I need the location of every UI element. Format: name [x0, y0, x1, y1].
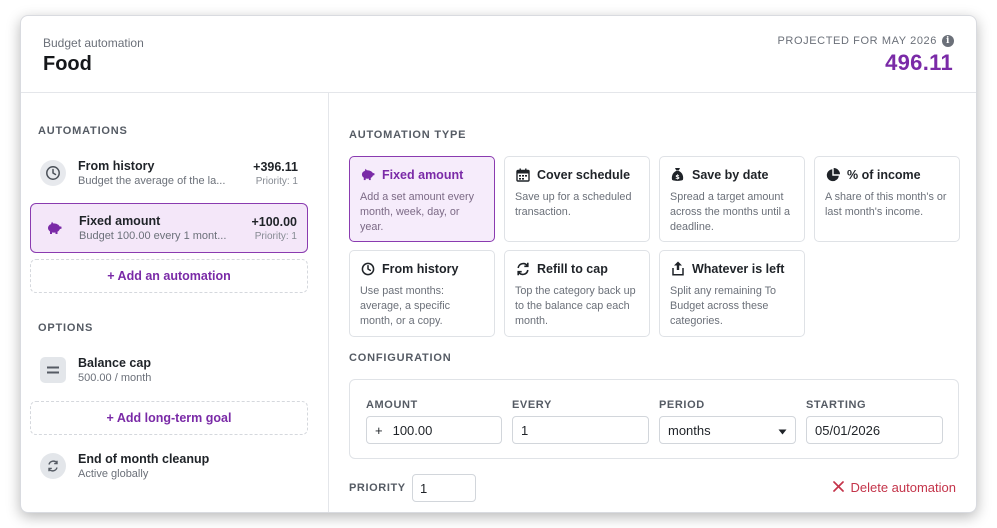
priority-label: PRIORITY [349, 482, 406, 494]
starting-date-input[interactable]: 05/01/2026 [806, 416, 943, 444]
type-name: % of income [847, 167, 921, 182]
cycle-icon [40, 453, 66, 479]
svg-text:$: $ [675, 173, 680, 181]
amount-sign: + [375, 422, 383, 438]
type-name: Whatever is left [692, 261, 785, 276]
priority-value: 1 [420, 480, 428, 496]
category-title: Food [43, 53, 92, 75]
clock-icon [360, 261, 375, 276]
option-desc: Active globally [78, 468, 149, 480]
delete-automation-label: Delete automation [850, 480, 956, 495]
type-card-save-by-date[interactable]: $ Save by date Spread a target amount ac… [659, 156, 805, 242]
option-desc: 500.00 / month [78, 372, 152, 384]
type-desc: Save up for a scheduled transaction. [515, 191, 632, 218]
automation-priority: Priority: 1 [254, 230, 297, 242]
type-card-refill-to-cap[interactable]: Refill to cap Top the category back up t… [504, 250, 650, 337]
type-card-fixed-amount[interactable]: Fixed amount Add a set amount every mont… [349, 156, 495, 242]
automation-desc: Budget the average of the la... [78, 175, 226, 187]
type-desc: Add a set amount every month, week, day,… [360, 191, 475, 233]
projected-label-text: PROJECTED FOR MAY 2026 [777, 35, 937, 47]
type-desc: Top the category back up to the balance … [515, 285, 636, 327]
option-balance-cap[interactable]: Balance cap 500.00 / month [30, 350, 308, 390]
automation-item-fixed-amount[interactable]: Fixed amount Budget 100.00 every 1 mont.… [30, 203, 308, 253]
budget-automation-dialog: Budget automation Food PROJECTED FOR MAY… [20, 15, 977, 513]
automations-title: AUTOMATIONS [38, 125, 128, 137]
type-card-from-history[interactable]: From history Use past months: average, a… [349, 250, 495, 337]
equals-icon [40, 357, 66, 383]
add-automation-button[interactable]: + Add an automation [30, 259, 308, 293]
piggy-bank-icon [360, 167, 375, 182]
dialog-header: Budget automation Food PROJECTED FOR MAY… [21, 16, 976, 93]
type-name: From history [382, 261, 459, 276]
every-value: 1 [521, 422, 529, 438]
type-name: Save by date [692, 167, 769, 182]
starting-value: 05/01/2026 [815, 422, 881, 438]
dialog-subtitle: Budget automation [43, 36, 144, 50]
projected-value: 496.11 [885, 50, 953, 75]
caret-down-icon [778, 423, 787, 438]
projected-label: PROJECTED FOR MAY 2026 i [777, 35, 954, 47]
amount-value: 100.00 [392, 422, 433, 438]
sidebar: AUTOMATIONS From history Budget the aver… [21, 93, 329, 512]
priority-input[interactable]: 1 [412, 474, 476, 502]
configuration-title: CONFIGURATION [349, 352, 452, 364]
type-card-cover-schedule[interactable]: Cover schedule Save up for a scheduled t… [504, 156, 650, 242]
close-icon [833, 480, 845, 495]
options-title: OPTIONS [38, 322, 94, 334]
piggy-bank-icon [41, 215, 67, 241]
every-label: EVERY [512, 399, 552, 411]
automation-name: Fixed amount [79, 214, 161, 228]
automation-type-title: AUTOMATION TYPE [349, 129, 467, 141]
automation-item-from-history[interactable]: From history Budget the average of the l… [30, 148, 308, 198]
period-value: months [668, 422, 711, 438]
type-name: Refill to cap [537, 261, 608, 276]
starting-label: STARTING [806, 399, 867, 411]
period-select[interactable]: months [659, 416, 796, 444]
info-icon[interactable]: i [942, 35, 954, 47]
amount-label: AMOUNT [366, 399, 418, 411]
option-end-of-month-cleanup[interactable]: End of month cleanup Active globally [30, 446, 308, 486]
type-desc: Split any remaining To Budget across the… [670, 285, 777, 327]
type-card-percent-of-income[interactable]: % of income A share of this month's or l… [814, 156, 960, 242]
type-desc: Use past months: average, a specific mon… [360, 285, 451, 327]
type-card-whatever-is-left[interactable]: Whatever is left Split any remaining To … [659, 250, 805, 337]
calendar-icon [515, 167, 530, 182]
type-desc: A share of this month's or last month's … [825, 191, 947, 218]
automation-desc: Budget 100.00 every 1 mont... [79, 230, 227, 242]
every-input[interactable]: 1 [512, 416, 649, 444]
money-bag-icon: $ [670, 167, 685, 182]
type-desc: Spread a target amount across the months… [670, 191, 791, 233]
refresh-icon [515, 261, 530, 276]
type-name: Cover schedule [537, 167, 631, 182]
amount-input[interactable]: + 100.00 [366, 416, 502, 444]
delete-automation-button[interactable]: Delete automation [833, 480, 956, 495]
clock-icon [40, 160, 66, 186]
automation-priority: Priority: 1 [255, 175, 298, 187]
pie-chart-icon [825, 167, 840, 182]
automation-amount: +100.00 [251, 214, 297, 229]
add-long-term-goal-button[interactable]: + Add long-term goal [30, 401, 308, 435]
period-label: PERIOD [659, 399, 705, 411]
type-name: Fixed amount [382, 167, 464, 182]
configuration-box: AMOUNT + 100.00 EVERY 1 PERIOD months ST… [349, 379, 959, 459]
automation-name: From history [78, 159, 155, 173]
option-name: End of month cleanup [78, 452, 210, 466]
option-name: Balance cap [78, 356, 151, 370]
automation-amount: +396.11 [253, 159, 298, 174]
upload-icon [670, 261, 685, 276]
main-panel: AUTOMATION TYPE Fixed amount Add a set a… [330, 93, 976, 512]
